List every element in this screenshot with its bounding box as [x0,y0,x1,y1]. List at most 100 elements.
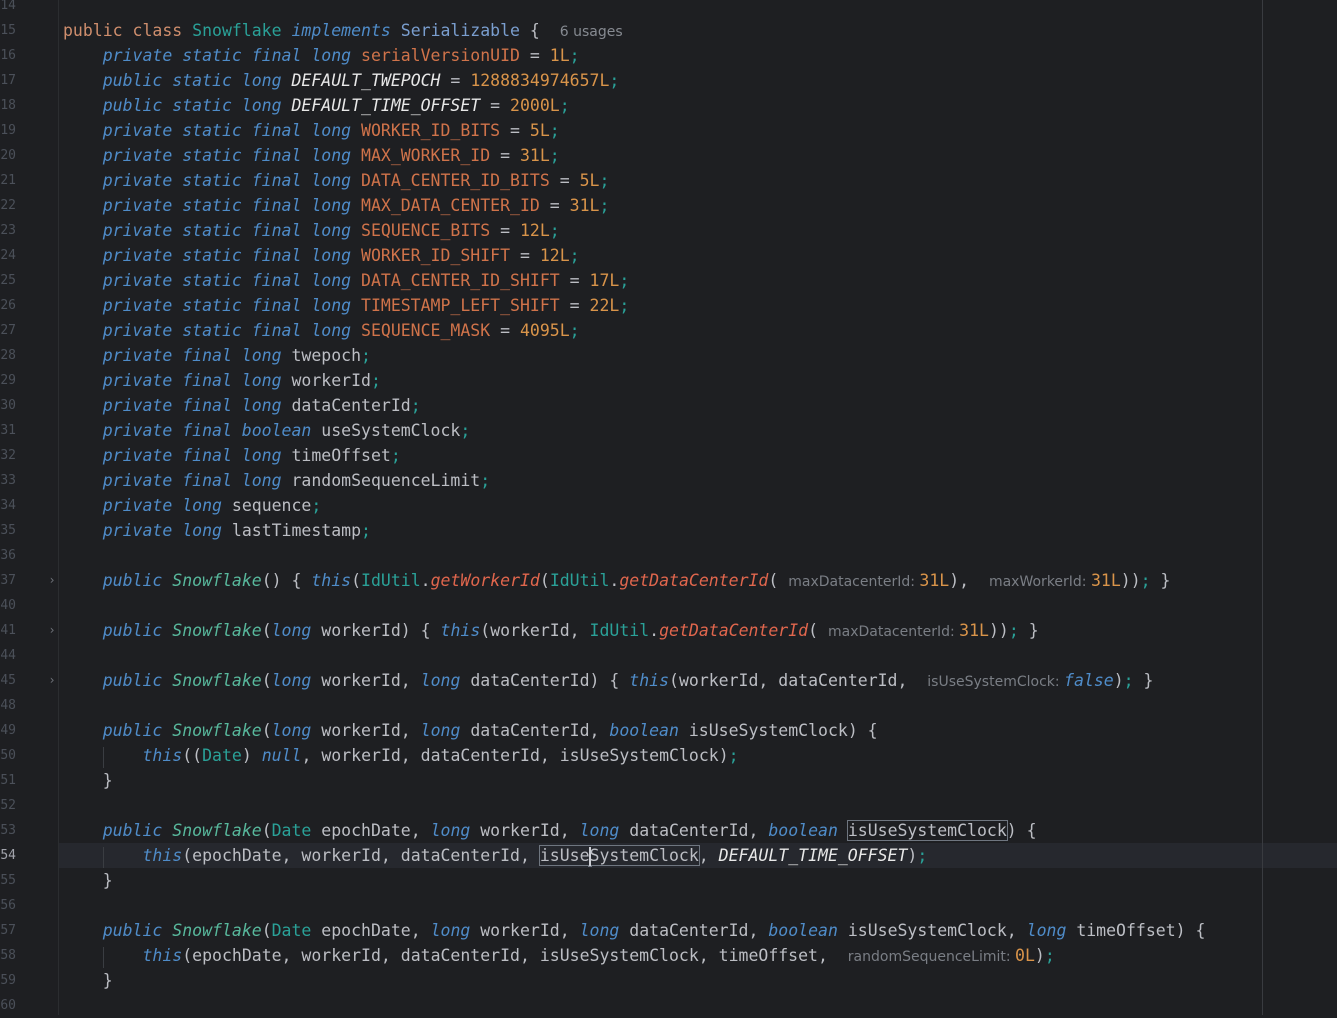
code-line[interactable]: 15 public class Snowflake implements Seri… [0,18,1337,43]
line-number: 53 [0,823,16,838]
code-text[interactable]: public Snowflake(Date epochDate, long wo… [63,918,1206,943]
code-line[interactable]: 23 private static final long SEQUENCE_BI… [0,218,1337,243]
code-line[interactable]: 18 public static long DEFAULT_TIME_OFFSE… [0,93,1337,118]
code-text[interactable]: private static final long SEQUENCE_MASK … [63,318,580,343]
code-token: public [63,671,173,690]
code-text[interactable]: private static final long serialVersionU… [63,43,580,68]
code-line[interactable]: 56 [0,893,1337,918]
code-token: dataCenterId) { [470,671,630,690]
code-line[interactable]: 59 } [0,968,1337,993]
code-text[interactable]: private static final long WORKER_ID_SHIF… [63,243,580,268]
code-token: Snowflake [172,571,262,590]
code-text[interactable]: } [63,968,113,993]
code-text[interactable]: private final long twepoch; [63,343,371,368]
code-text[interactable]: this((Date) null, workerId, dataCenterId… [63,743,738,768]
code-line[interactable]: 31 private final boolean useSystemClock; [0,418,1337,443]
code-text[interactable]: public Snowflake(long workerId, long dat… [63,668,1154,695]
code-text[interactable]: public static long DEFAULT_TIME_OFFSET =… [63,93,570,118]
code-text[interactable]: private static final long SEQUENCE_BITS … [63,218,560,243]
code-text[interactable]: private final boolean useSystemClock; [63,418,471,443]
code-text[interactable]: this(epochDate, workerId, dataCenterId, … [63,943,1054,970]
code-token: Snowflake [172,821,262,840]
code-line[interactable]: 17 public static long DEFAULT_TWEPOCH = … [0,68,1337,93]
code-line[interactable]: 33 private final long randomSequenceLimi… [0,468,1337,493]
code-text[interactable]: private static final long DATA_CENTER_ID… [63,268,630,293]
code-line[interactable]: 20 private static final long MAX_WORKER_… [0,143,1337,168]
code-line[interactable]: 57 public Snowflake(Date epochDate, long… [0,918,1337,943]
code-line[interactable]: 30 private final long dataCenterId; [0,393,1337,418]
code-token: = [519,46,550,65]
code-line[interactable]: 41 › public Snowflake(long workerId) { th… [0,618,1337,643]
code-line[interactable]: 53 public Snowflake(Date epochDate, long… [0,818,1337,843]
code-line[interactable]: 28 private final long twepoch; [0,343,1337,368]
code-text[interactable]: } [63,868,113,893]
code-line[interactable]: 37 › public Snowflake() { this(IdUtil.get… [0,568,1337,593]
code-text[interactable]: public Snowflake(long workerId) { this(w… [63,618,1039,645]
code-line[interactable]: 29 private final long workerId; [0,368,1337,393]
code-text[interactable]: private static final long MAX_DATA_CENTE… [63,193,610,218]
code-line[interactable]: 26 private static final long TIMESTAMP_L… [0,293,1337,318]
code-line[interactable]: 27 private static final long SEQUENCE_MA… [0,318,1337,343]
code-token: = [559,296,590,315]
code-text[interactable]: public Snowflake(Date epochDate, long wo… [63,818,1037,843]
code-line[interactable]: 32 private final long timeOffset; [0,443,1337,468]
code-line[interactable]: 48 [0,693,1337,718]
code-line[interactable]: 19 private static final long WORKER_ID_B… [0,118,1337,143]
code-token: ; [361,521,371,540]
code-line[interactable]: 14 [0,0,1337,18]
code-text[interactable]: public Snowflake() { this(IdUtil.getWork… [63,568,1171,595]
fold-chevron-icon[interactable]: › [46,618,58,643]
code-text[interactable]: private static final long MAX_WORKER_ID … [63,143,560,168]
code-line[interactable]: 22 private static final long MAX_DATA_CE… [0,193,1337,218]
code-line[interactable]: 49 public Snowflake(long workerId, long … [0,718,1337,743]
code-line[interactable]: 16 private static final long serialVersi… [0,43,1337,68]
code-line[interactable]: 45 › public Snowflake(long workerId, long… [0,668,1337,693]
code-line[interactable]: 21 private static final long DATA_CENTER… [0,168,1337,193]
code-line[interactable]: 50 this((Date) null, workerId, dataCente… [0,743,1337,768]
code-token: = [500,121,530,140]
code-token: long [271,671,322,690]
code-text[interactable]: private static final long TIMESTAMP_LEFT… [63,293,630,318]
code-token: ; [1123,671,1134,690]
code-line[interactable]: 40 [0,593,1337,618]
code-line[interactable]: 24 private static final long WORKER_ID_S… [0,243,1337,268]
code-text[interactable]: private final long workerId; [63,368,381,393]
parameter-hint: maxDatacenterId: [788,574,920,590]
code-text[interactable]: private long sequence; [63,493,322,518]
code-text[interactable]: private final long dataCenterId; [63,393,421,418]
code-line[interactable]: 25 private static final long DATA_CENTER… [0,268,1337,293]
code-text[interactable]: this(epochDate, workerId, dataCenterId, … [63,843,927,868]
code-line[interactable]: 52 [0,793,1337,818]
code-text[interactable]: private static final long WORKER_ID_BITS… [63,118,560,143]
code-token: randomSequenceLimit [291,471,481,490]
code-token: . [609,571,620,590]
code-text[interactable]: public Snowflake(long workerId, long dat… [63,718,878,743]
code-text[interactable]: public class Snowflake implements Serial… [63,18,623,45]
code-line[interactable]: 35 private long lastTimestamp; [0,518,1337,543]
code-text[interactable]: private final long timeOffset; [63,443,401,468]
line-number: 48 [0,698,16,713]
fold-chevron-icon[interactable]: › [46,568,58,593]
code-token: ; [917,846,928,865]
code-token: dataCenterId, [470,721,610,740]
code-text[interactable]: } [63,768,113,793]
code-line[interactable]: 58 this(epochDate, workerId, dataCenterI… [0,943,1337,968]
code-text[interactable]: private static final long DATA_CENTER_ID… [63,168,610,193]
line-number: 22 [0,198,16,213]
code-token: public [63,721,173,740]
code-text[interactable]: public static long DEFAULT_TWEPOCH = 128… [63,68,620,93]
code-token: long [1026,921,1077,940]
code-line[interactable]: 55 } [0,868,1337,893]
fold-chevron-icon[interactable]: › [46,668,58,693]
code-line[interactable]: 44 [0,643,1337,668]
code-editor[interactable]: 14 15 public class Snowflake implements Se… [0,0,1337,1015]
code-text[interactable]: private long lastTimestamp; [63,518,371,543]
code-text[interactable]: private final long randomSequenceLimit; [63,468,490,493]
code-line[interactable]: 51 } [0,768,1337,793]
code-line[interactable]: 34 private long sequence; [0,493,1337,518]
line-number: 21 [0,173,16,188]
code-line[interactable]: 36 [0,543,1337,568]
code-line[interactable]: 60 [0,993,1337,1018]
code-token: getDataCenterId [619,571,769,590]
code-line[interactable]: 54 this(epochDate, workerId, dataCenterI… [0,843,1337,868]
